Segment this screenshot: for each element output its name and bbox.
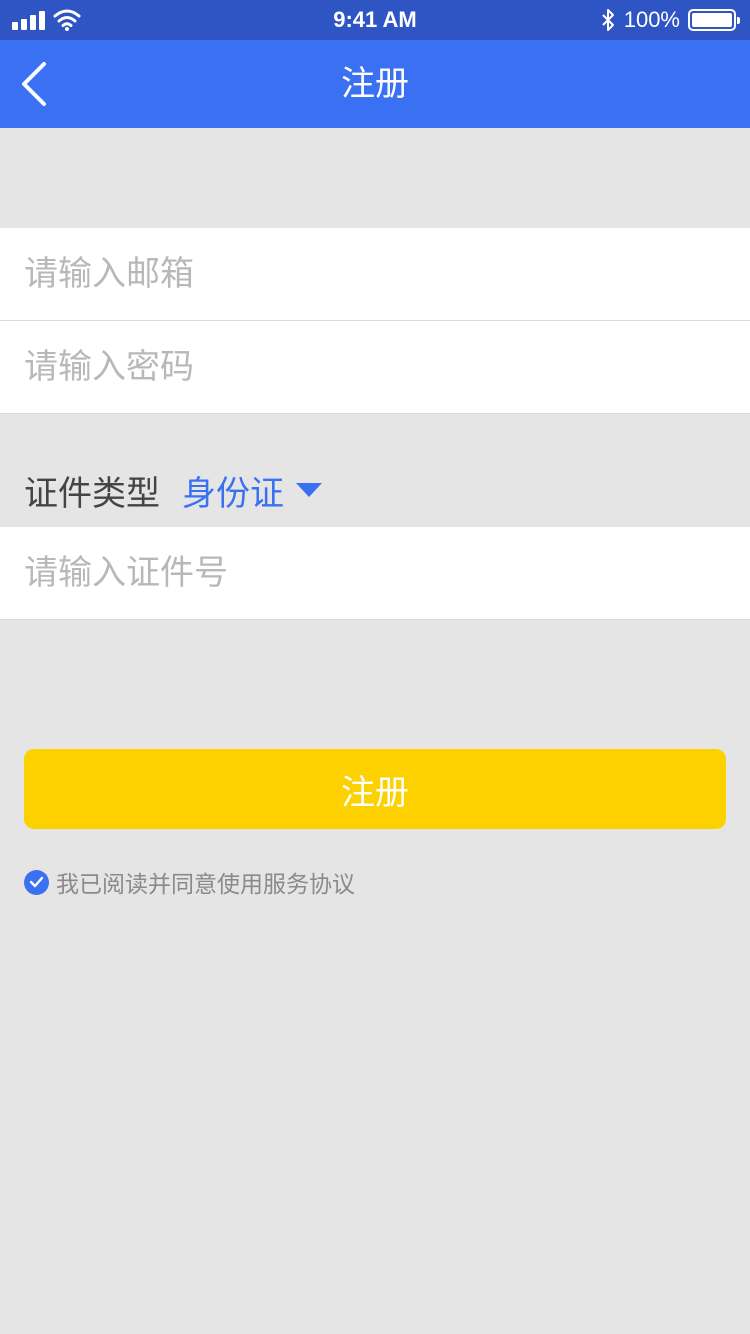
back-button[interactable] xyxy=(18,54,78,114)
register-button[interactable]: 注册 xyxy=(24,749,726,829)
email-field[interactable] xyxy=(0,228,750,320)
battery-icon xyxy=(688,9,740,31)
page-title: 注册 xyxy=(341,64,409,104)
divider xyxy=(0,619,750,620)
bluetooth-icon xyxy=(602,9,614,31)
password-field[interactable] xyxy=(0,321,750,413)
id-number-field-container xyxy=(0,527,750,619)
agreement-text: 我已阅读并同意使用服务协议 xyxy=(56,872,355,898)
agreement-row: 我已阅读并同意使用服务协议 xyxy=(24,866,355,898)
id-type-row: 证件类型 身份证 xyxy=(24,460,322,520)
checkbox-checked-icon[interactable] xyxy=(24,869,49,895)
checkmark-icon xyxy=(29,876,44,888)
password-field-container xyxy=(0,321,750,413)
divider xyxy=(0,413,750,414)
id-number-field[interactable] xyxy=(0,527,750,619)
status-bar: 9:41 AM 100% xyxy=(0,0,750,40)
caret-down-icon xyxy=(296,483,322,497)
battery-fill xyxy=(692,13,732,27)
id-type-dropdown[interactable]: 身份证 xyxy=(182,466,322,515)
nav-bar: 注册 xyxy=(0,40,750,128)
chevron-left-icon xyxy=(22,62,46,106)
battery-percent: 100% xyxy=(623,7,680,32)
email-field-container xyxy=(0,228,750,320)
id-type-label: 证件类型 xyxy=(24,473,160,514)
id-type-value: 身份证 xyxy=(182,473,284,514)
status-right: 100% xyxy=(600,0,740,40)
